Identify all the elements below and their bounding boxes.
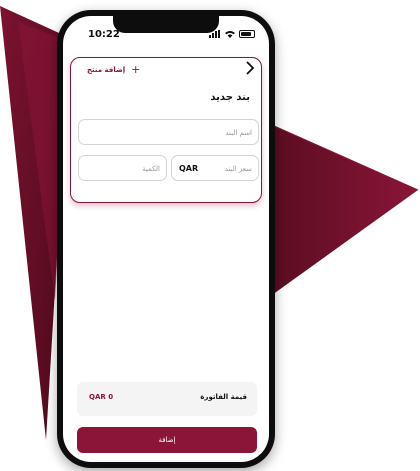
status-time: 10:22	[88, 29, 120, 40]
item-price-field[interactable]: QAR	[171, 155, 259, 181]
submit-add-button[interactable]: إضافة	[77, 427, 257, 453]
add-product-label: إضافة منتج	[87, 65, 126, 74]
right-triangle-shape	[272, 125, 418, 295]
phone-notch	[113, 16, 219, 33]
phone-frame: 10:22 + إضافة منتج بند جديد اسم البند ال…	[57, 10, 275, 468]
wifi-icon	[225, 31, 235, 38]
battery-icon	[239, 30, 255, 38]
invoice-total-value: QAR 0	[89, 393, 114, 401]
plus-icon: +	[131, 63, 141, 76]
phone-screen: 10:22 + إضافة منتج بند جديد اسم البند ال…	[63, 16, 269, 462]
item-name-input[interactable]	[79, 121, 258, 145]
new-item-card: + إضافة منتج بند جديد QAR	[70, 57, 262, 203]
status-icons	[209, 30, 255, 38]
quantity-input[interactable]	[79, 157, 166, 181]
invoice-total-label: قيمة الفاتورة	[200, 393, 247, 401]
invoice-total-box: قيمة الفاتورة QAR 0	[77, 382, 257, 416]
item-name-field[interactable]	[78, 119, 259, 145]
chevron-right-icon[interactable]	[244, 61, 256, 75]
add-product-button[interactable]: + إضافة منتج	[87, 64, 140, 75]
signal-icon	[209, 30, 221, 38]
currency-label: QAR	[179, 164, 199, 173]
new-item-title: بند جديد	[210, 92, 250, 103]
quantity-field[interactable]	[78, 155, 167, 181]
